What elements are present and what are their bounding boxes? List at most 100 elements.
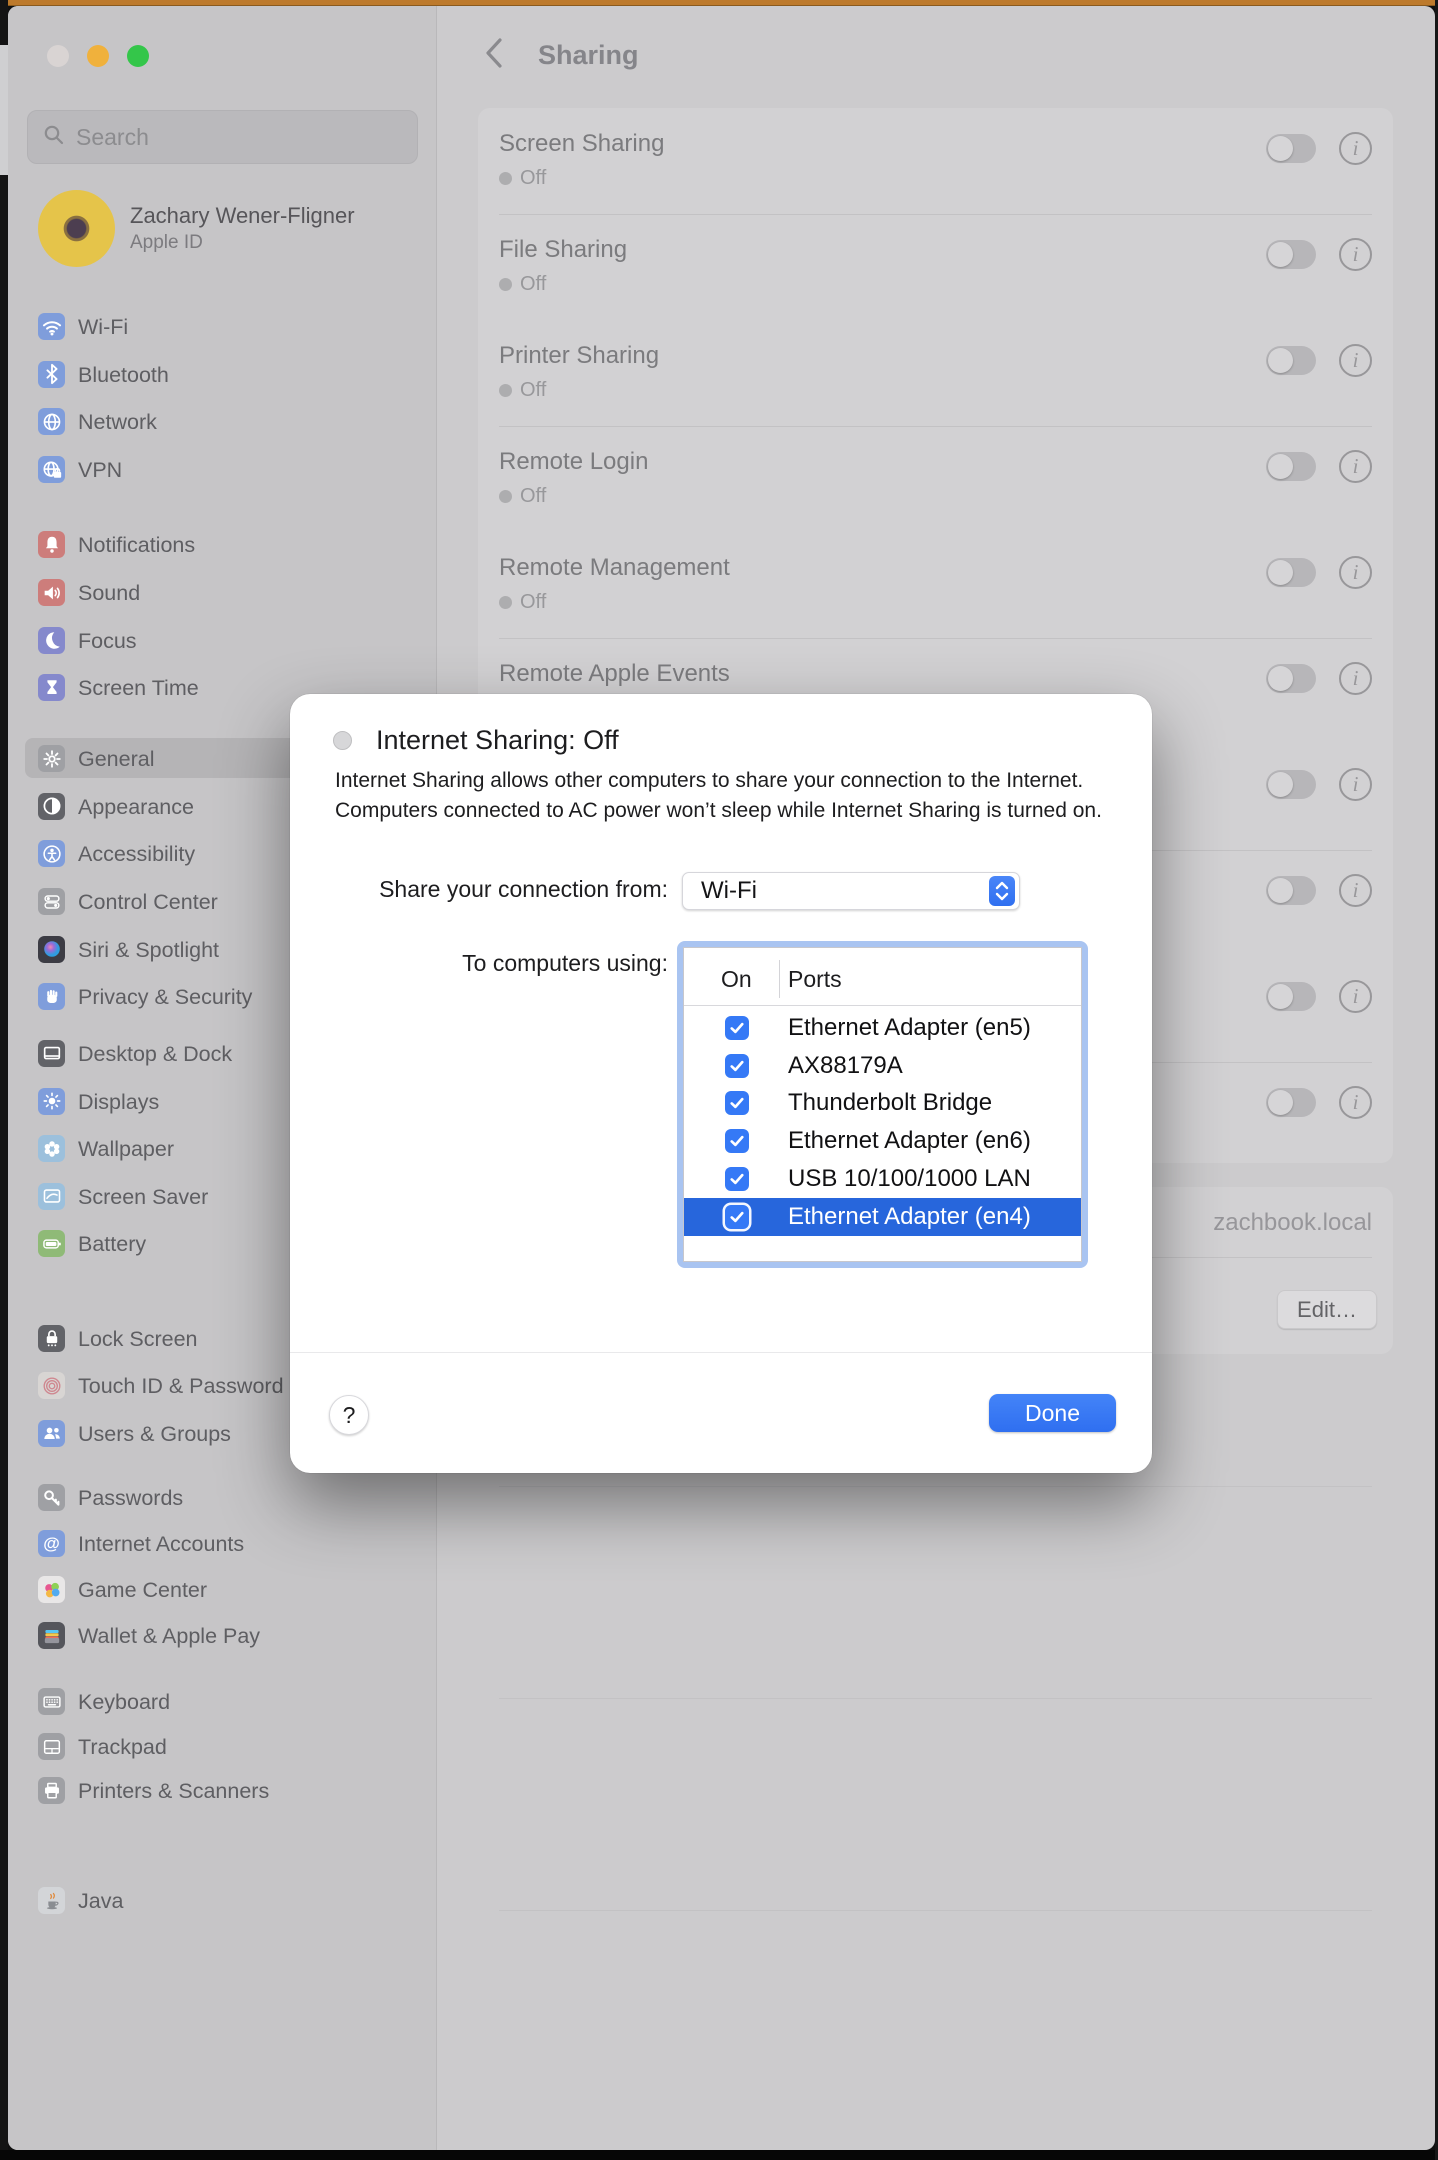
dialog-help-button[interactable]: ? — [329, 1395, 369, 1435]
sidebar-item-label: Touch ID & Password — [78, 1374, 284, 1399]
service-toggle[interactable] — [1266, 134, 1316, 163]
sidebar-item-trackpad[interactable]: Trackpad — [8, 1726, 437, 1766]
column-header-ports: Ports — [788, 966, 842, 993]
search-field[interactable] — [27, 110, 418, 164]
sidebar-item-label: Wallet & Apple Pay — [78, 1624, 260, 1649]
port-row-thunderbolt-bridge[interactable]: Thunderbolt Bridge — [684, 1084, 1081, 1122]
port-checkbox-checked[interactable] — [725, 1129, 749, 1153]
avatar[interactable] — [38, 190, 115, 267]
info-icon[interactable]: i — [1339, 556, 1372, 589]
share-from-select[interactable]: Wi-Fi — [682, 872, 1020, 910]
service-title: Remote Management — [499, 554, 730, 582]
port-row-ethernet-adapter-en5-[interactable]: Ethernet Adapter (en5) — [684, 1009, 1081, 1047]
sidebar-item-vpn[interactable]: VPN — [8, 449, 437, 489]
info-icon[interactable]: i — [1339, 874, 1372, 907]
port-checkbox-checked[interactable] — [725, 1054, 749, 1078]
info-icon[interactable]: i — [1339, 1086, 1372, 1119]
screensaver-icon — [38, 1183, 65, 1210]
sidebar-item-printers-scanners[interactable]: Printers & Scanners — [8, 1770, 437, 1810]
info-icon[interactable]: i — [1339, 662, 1372, 695]
sidebar-item-game-center[interactable]: Game Center — [8, 1569, 437, 1609]
port-label: AX88179A — [788, 1052, 903, 1080]
sidebar-item-java[interactable]: Java — [8, 1880, 437, 1920]
sidebar-item-label: Lock Screen — [78, 1327, 198, 1352]
search-icon — [42, 123, 66, 152]
sidebar-item-label: Siri & Spotlight — [78, 938, 219, 963]
vpn-globe-icon — [38, 456, 65, 483]
sidebar-item-keyboard[interactable]: Keyboard — [8, 1681, 437, 1721]
service-toggle[interactable] — [1266, 770, 1316, 799]
sidebar-item-passwords[interactable]: Passwords — [8, 1477, 437, 1517]
service-toggle[interactable] — [1266, 1088, 1316, 1117]
desktop-bottom-edge — [0, 2150, 1438, 2160]
port-checkbox-checked[interactable] — [725, 1091, 749, 1115]
port-checkbox-checked[interactable] — [725, 1016, 749, 1040]
done-button[interactable]: Done — [989, 1394, 1116, 1432]
sidebar-item-notifications[interactable]: Notifications — [8, 524, 437, 564]
moon-icon — [38, 627, 65, 654]
service-row-remote-management: Remote Management Off i — [478, 532, 1393, 638]
sidebar-item-label: Network — [78, 410, 157, 435]
sidebar-item-label: VPN — [78, 458, 122, 483]
service-toggle[interactable] — [1266, 452, 1316, 481]
service-toggle[interactable] — [1266, 876, 1316, 905]
sidebar-item-network[interactable]: Network — [8, 401, 437, 441]
info-icon[interactable]: i — [1339, 450, 1372, 483]
port-checkbox-checked[interactable] — [725, 1167, 749, 1191]
port-row-ethernet-adapter-en4-[interactable]: Ethernet Adapter (en4) — [684, 1198, 1081, 1236]
info-icon[interactable]: i — [1339, 238, 1372, 271]
port-checkbox-checked[interactable] — [725, 1205, 749, 1229]
port-row-ax88179a[interactable]: AX88179A — [684, 1047, 1081, 1085]
sidebar-item-label: Screen Time — [78, 676, 199, 701]
zoom-window-button[interactable] — [127, 45, 149, 67]
bell-icon — [38, 531, 65, 558]
info-icon[interactable]: i — [1339, 132, 1372, 165]
sidebar-item-sound[interactable]: Sound — [8, 572, 437, 612]
sidebar-item-focus[interactable]: Focus — [8, 620, 437, 660]
flower-icon — [38, 1135, 65, 1162]
edit-hostname-button[interactable]: Edit… — [1277, 1290, 1377, 1329]
search-input[interactable] — [76, 124, 376, 151]
toggle-knob — [1268, 348, 1293, 373]
internet-sharing-dialog: Internet Sharing: Off Internet Sharing a… — [290, 694, 1152, 1473]
toggle-knob — [1268, 136, 1293, 161]
toggle-knob — [1268, 984, 1293, 1009]
sidebar-item-wallet-apple-pay[interactable]: Wallet & Apple Pay — [8, 1615, 437, 1655]
service-toggle[interactable] — [1266, 346, 1316, 375]
sidebar-item-wi-fi[interactable]: Wi-Fi — [8, 306, 437, 346]
sidebar-item-label: Bluetooth — [78, 363, 169, 388]
service-toggle[interactable] — [1266, 664, 1316, 693]
globe-icon — [38, 408, 65, 435]
sidebar-item-label: Keyboard — [78, 1690, 170, 1715]
info-icon[interactable]: i — [1339, 768, 1372, 801]
sidebar-item-bluetooth[interactable]: Bluetooth — [8, 354, 437, 394]
service-title: Remote Login — [499, 448, 648, 476]
service-toggle[interactable] — [1266, 558, 1316, 587]
toggle-knob — [1268, 878, 1293, 903]
service-title: Remote Apple Events — [499, 660, 730, 688]
dialog-description: Internet Sharing allows other computers … — [335, 766, 1105, 825]
share-from-label: Share your connection from: — [290, 876, 668, 903]
port-label: USB 10/100/1000 LAN — [788, 1165, 1031, 1193]
info-icon[interactable]: i — [1339, 980, 1372, 1013]
service-toggle[interactable] — [1266, 240, 1316, 269]
appearance-icon — [38, 793, 65, 820]
sidebar-item-label: Control Center — [78, 890, 218, 915]
minimize-window-button[interactable] — [87, 45, 109, 67]
service-toggle[interactable] — [1266, 982, 1316, 1011]
toggle-knob — [1268, 454, 1293, 479]
sidebar-item-label: Internet Accounts — [78, 1532, 244, 1557]
close-window-button[interactable] — [47, 45, 69, 67]
ports-listbox[interactable]: On Ports Ethernet Adapter (en5)AX88179AT… — [683, 947, 1082, 1262]
port-row-usb-10-100-1000-lan[interactable]: USB 10/100/1000 LAN — [684, 1160, 1081, 1198]
info-icon[interactable]: i — [1339, 344, 1372, 377]
service-status: Off — [499, 591, 546, 614]
service-title: File Sharing — [499, 236, 627, 264]
back-button[interactable] — [482, 36, 518, 72]
toggle-knob — [1268, 560, 1293, 585]
port-row-ethernet-adapter-en6-[interactable]: Ethernet Adapter (en6) — [684, 1122, 1081, 1160]
sidebar-item-label: Sound — [78, 581, 140, 606]
lock-icon — [38, 1325, 65, 1352]
sidebar-item-label: Battery — [78, 1232, 146, 1257]
sidebar-item-internet-accounts[interactable]: @Internet Accounts — [8, 1523, 437, 1563]
